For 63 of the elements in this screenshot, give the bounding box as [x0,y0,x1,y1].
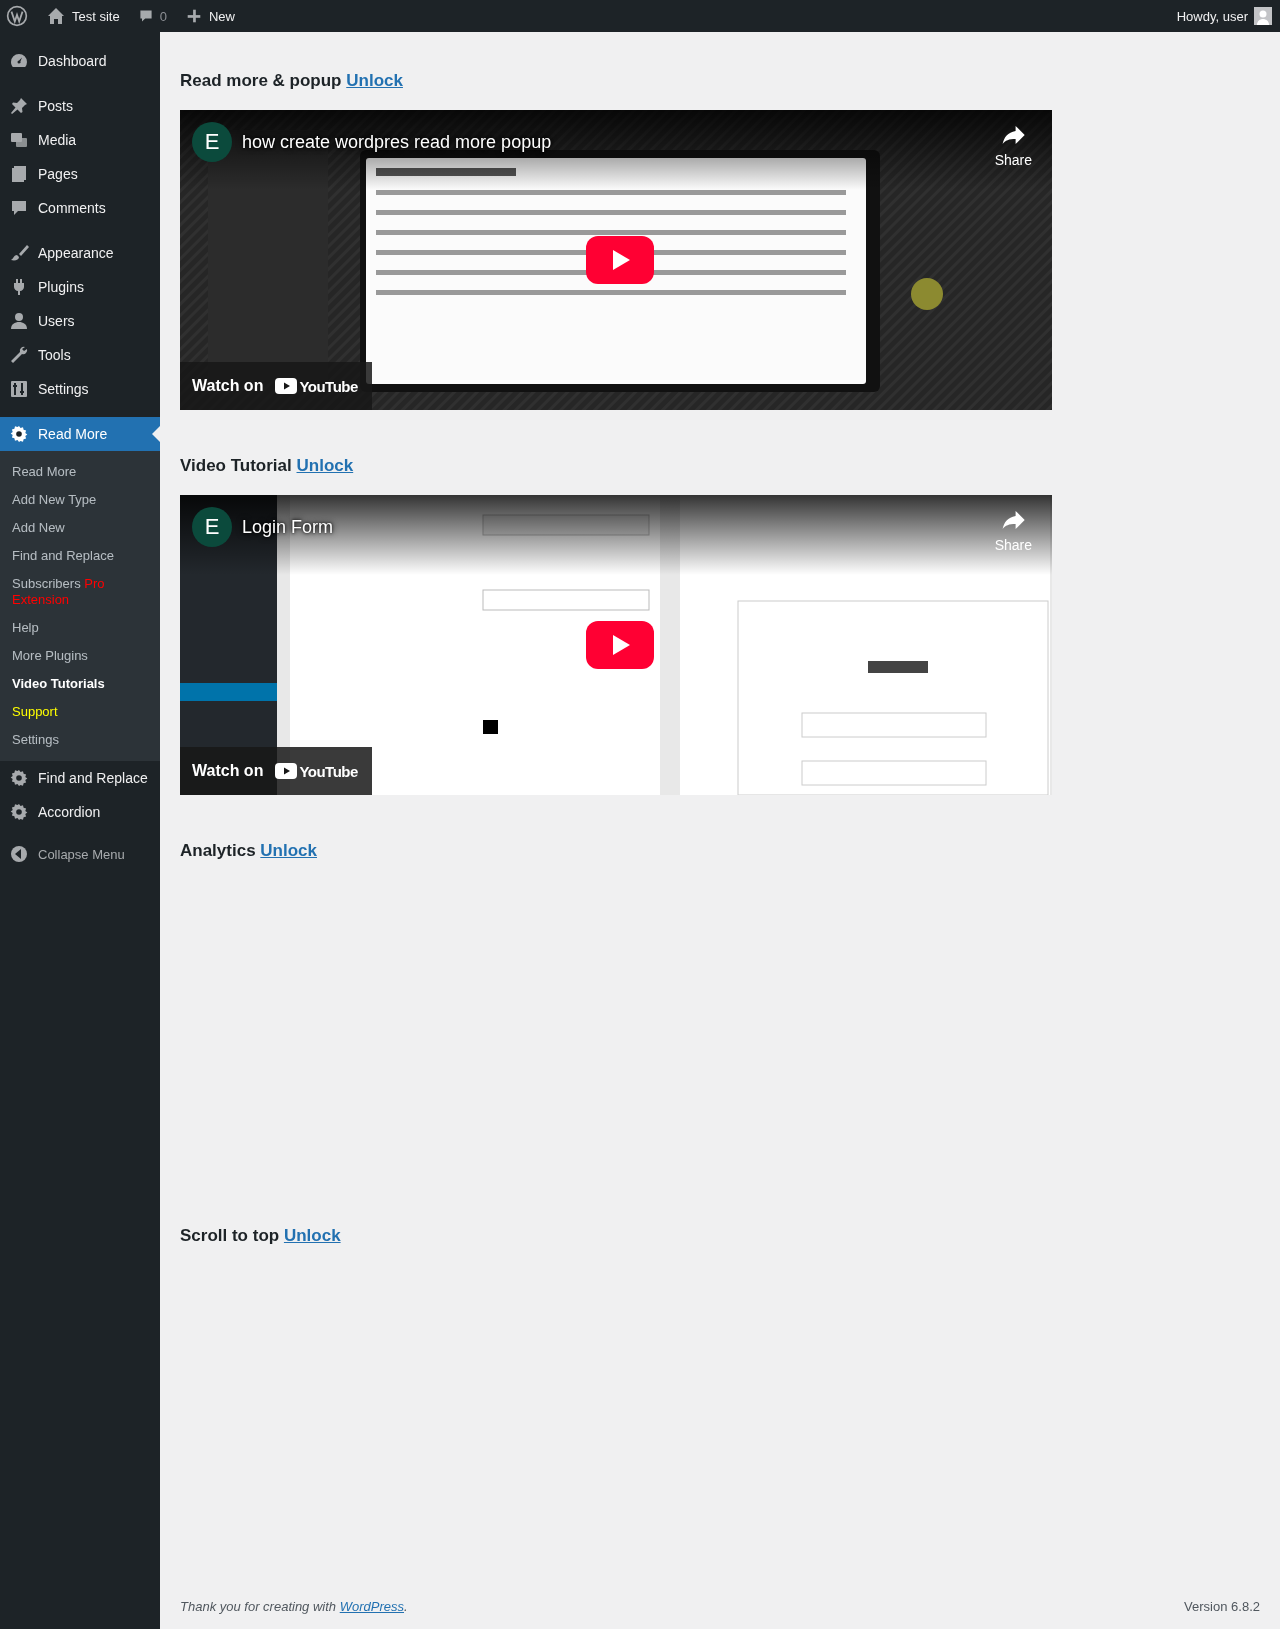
submenu-item[interactable]: Support [0,698,160,726]
pages-icon [9,164,29,184]
menu-item[interactable]: Appearance [0,236,160,270]
menu-item[interactable]: Tools [0,338,160,372]
unlock-link[interactable]: Unlock [283,1226,341,1246]
pin-icon [9,96,29,116]
sliders-icon [9,379,29,399]
video-title[interactable]: how create wordpres read more popup [242,132,552,154]
home-icon [46,6,66,26]
gear-icon [9,802,29,822]
submenu-item[interactable]: Add New [0,514,160,542]
play-logo-icon [275,763,298,780]
submenu-item[interactable]: Settings [0,726,160,754]
menu-item[interactable]: Settings [0,372,160,406]
comment-icon [9,198,29,218]
submenu-item[interactable]: Video Tutorials [0,670,160,698]
menu-item[interactable]: Find and Replace [0,761,160,795]
collapse-menu[interactable]: Collapse Menu [38,846,125,862]
play-button[interactable] [586,236,654,285]
unlock-link[interactable]: Unlock [296,456,354,476]
menu-item[interactable]: Posts [0,89,160,123]
wrench-icon [9,345,29,365]
video-title[interactable]: Login Form [242,517,334,539]
greeting[interactable]: Howdy, user [1176,8,1248,24]
comment-count[interactable]: 0 [159,8,167,24]
wordpress-logo-icon [6,5,28,27]
menu-item[interactable]: Pages [0,157,160,191]
unlock-link[interactable]: Unlock [346,71,403,90]
section-title: Scroll to top Unlock [180,1225,342,1248]
gear-icon [9,768,29,788]
watch-on-youtube-button[interactable]: Watch on YouTube [180,362,372,411]
submenu-item[interactable]: Read More [0,458,160,486]
submenu-item[interactable]: Subscribers Pro Extension [0,570,160,614]
unlock-link[interactable]: Unlock [260,841,317,861]
play-logo-icon [275,378,298,395]
menu-item[interactable]: Read More [0,417,160,451]
menu-item[interactable]: Accordion [0,795,160,829]
comment-icon [137,8,154,24]
submenu-item[interactable]: Find and Replace [0,542,160,570]
section-title: Analytics Unlock [180,840,318,863]
watch-on-youtube-button[interactable]: Watch on YouTube [180,747,372,796]
footer-text: Thank you for creating with WordPress. [180,1599,408,1614]
menu-item[interactable]: Dashboard [0,44,160,78]
play-button[interactable] [586,621,654,670]
brush-icon [9,243,29,263]
gear-icon [9,424,29,444]
menu-item[interactable]: Plugins [0,270,160,304]
section-title: Video Tutorial Unlock [180,455,355,478]
share-label[interactable]: Share [994,152,1032,169]
site-name[interactable]: Test site [72,8,120,24]
new-link[interactable]: New [208,8,235,24]
menu-item[interactable]: Media [0,123,160,157]
user-icon [9,311,29,331]
media-icon [9,130,29,150]
section-title: Read more & popup Unlock [180,70,404,92]
submenu-item[interactable]: Help [0,614,160,642]
menu-item[interactable]: Comments [0,191,160,225]
menu-item[interactable]: Users [0,304,160,338]
submenu-item[interactable]: More Plugins [0,642,160,670]
submenu-item[interactable]: Add New Type [0,486,160,514]
wordpress-link[interactable]: WordPress [339,1599,404,1614]
collapse-icon [9,844,29,864]
version: Version 6.8.2 [1184,1599,1260,1614]
